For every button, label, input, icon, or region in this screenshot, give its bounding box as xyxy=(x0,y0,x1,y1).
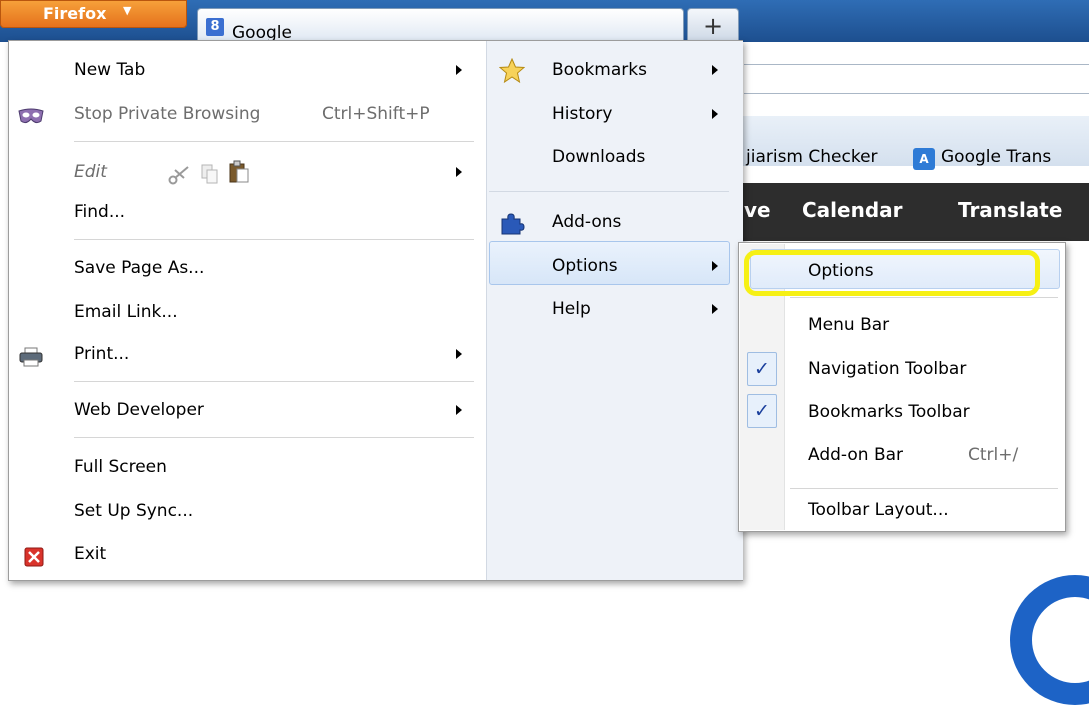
menu-separator xyxy=(790,297,1058,298)
submenu-arrow-icon xyxy=(456,167,462,177)
check-icon: ✓ xyxy=(747,352,777,386)
check-icon: ✓ xyxy=(747,394,777,428)
google-favicon-icon: 8 xyxy=(206,18,224,36)
menu-item-label: Email Link... xyxy=(74,302,178,322)
menu-item-email-link[interactable]: Email Link... xyxy=(8,294,473,330)
printer-icon xyxy=(19,344,43,380)
menu-separator xyxy=(74,141,474,142)
submenu-item-bookmarks-toolbar[interactable]: Bookmarks Toolbar xyxy=(808,392,1058,432)
chevron-down-icon: ▼ xyxy=(123,4,132,17)
shortcut-label: Ctrl+Shift+P xyxy=(322,104,430,124)
submenu-arrow-icon xyxy=(456,65,462,75)
firefox-button-label: Firefox xyxy=(43,4,107,23)
copy-icon[interactable] xyxy=(200,162,220,198)
menu-item-find[interactable]: Find... xyxy=(8,194,473,230)
exit-icon xyxy=(24,544,44,580)
menu-item-save-page-as[interactable]: Save Page As... xyxy=(8,250,473,286)
menu-item-history[interactable]: History xyxy=(486,94,736,134)
menu-item-label: Save Page As... xyxy=(74,258,205,278)
menu-item-label: Exit xyxy=(74,544,107,564)
firefox-menu-button[interactable]: Firefox ▼ xyxy=(0,0,187,28)
menu-item-add-ons[interactable]: Add-ons xyxy=(486,202,736,242)
google-logo xyxy=(1010,575,1089,705)
menu-item-stop-private-browsing[interactable]: Stop Private Browsing Ctrl+Shift+P xyxy=(8,96,473,132)
menu-separator xyxy=(489,191,729,192)
annotation-highlight xyxy=(744,250,1040,296)
menu-item-exit[interactable]: Exit xyxy=(8,536,473,572)
menu-item-bookmarks[interactable]: Bookmarks xyxy=(486,50,736,90)
menu-item-edit: Edit xyxy=(8,154,473,190)
menu-item-print[interactable]: Print... xyxy=(8,336,473,372)
menu-item-label: Set Up Sync... xyxy=(74,501,194,521)
menu-item-label: Downloads xyxy=(552,147,646,167)
menu-item-label: History xyxy=(552,104,613,124)
menu-item-label: Add-on Bar xyxy=(808,445,904,465)
menu-item-label: Help xyxy=(552,299,591,319)
shortcut-label: Ctrl+/ xyxy=(968,445,1019,465)
submenu-arrow-icon xyxy=(456,349,462,359)
translate-icon: A xyxy=(913,148,935,170)
nav-link-drive[interactable]: ve xyxy=(744,198,771,222)
nav-link-calendar[interactable]: Calendar xyxy=(802,198,903,222)
url-bar[interactable] xyxy=(744,64,1089,94)
menu-item-set-up-sync[interactable]: Set Up Sync... xyxy=(8,493,473,529)
menu-item-label: Web Developer xyxy=(74,400,204,420)
bookmark-plagiarism-checker[interactable]: jiarism Checker xyxy=(746,147,878,167)
submenu-item-navigation-toolbar[interactable]: Navigation Toolbar xyxy=(808,349,1058,389)
menu-item-help[interactable]: Help xyxy=(486,289,736,329)
menu-item-label: Print... xyxy=(74,344,130,364)
menu-item-label: New Tab xyxy=(74,60,146,80)
menu-item-label: Find... xyxy=(74,202,126,222)
new-tab-button[interactable]: + xyxy=(687,8,739,42)
puzzle-icon xyxy=(499,210,525,250)
submenu-arrow-icon xyxy=(712,109,718,119)
menu-item-full-screen[interactable]: Full Screen xyxy=(8,449,473,485)
menu-item-new-tab[interactable]: New Tab xyxy=(8,52,473,88)
menu-separator xyxy=(74,381,474,382)
menu-item-label: Full Screen xyxy=(74,457,167,477)
menu-item-options[interactable]: Options xyxy=(486,246,736,286)
submenu-arrow-icon xyxy=(456,405,462,415)
menu-item-label: Stop Private Browsing xyxy=(74,104,261,124)
paste-icon[interactable] xyxy=(228,160,250,197)
submenu-arrow-icon xyxy=(712,65,718,75)
submenu-arrow-icon xyxy=(712,304,718,314)
menu-item-label: Bookmarks xyxy=(552,60,647,80)
star-icon xyxy=(498,57,526,98)
nav-link-translate[interactable]: Translate xyxy=(958,198,1062,222)
menu-item-label: Options xyxy=(552,256,618,276)
menu-item-downloads[interactable]: Downloads xyxy=(486,137,736,177)
bookmark-google-translate[interactable]: Google Trans xyxy=(941,147,1051,167)
submenu-item-menu-bar[interactable]: Menu Bar xyxy=(808,305,1058,345)
menu-separator xyxy=(74,437,474,438)
private-mask-icon xyxy=(18,104,44,140)
menu-item-web-developer[interactable]: Web Developer xyxy=(8,392,473,428)
submenu-item-toolbar-layout[interactable]: Toolbar Layout... xyxy=(808,490,1058,530)
tab-google[interactable]: 8 Google xyxy=(197,8,684,43)
submenu-item-add-on-bar[interactable]: Add-on Bar Ctrl+/ xyxy=(808,435,1058,475)
menu-separator xyxy=(790,488,1058,489)
cut-icon[interactable] xyxy=(168,162,190,198)
menu-item-label: Edit xyxy=(74,162,107,182)
menu-separator xyxy=(74,239,474,240)
submenu-arrow-icon xyxy=(712,261,718,271)
menu-item-label: Add-ons xyxy=(552,212,622,232)
